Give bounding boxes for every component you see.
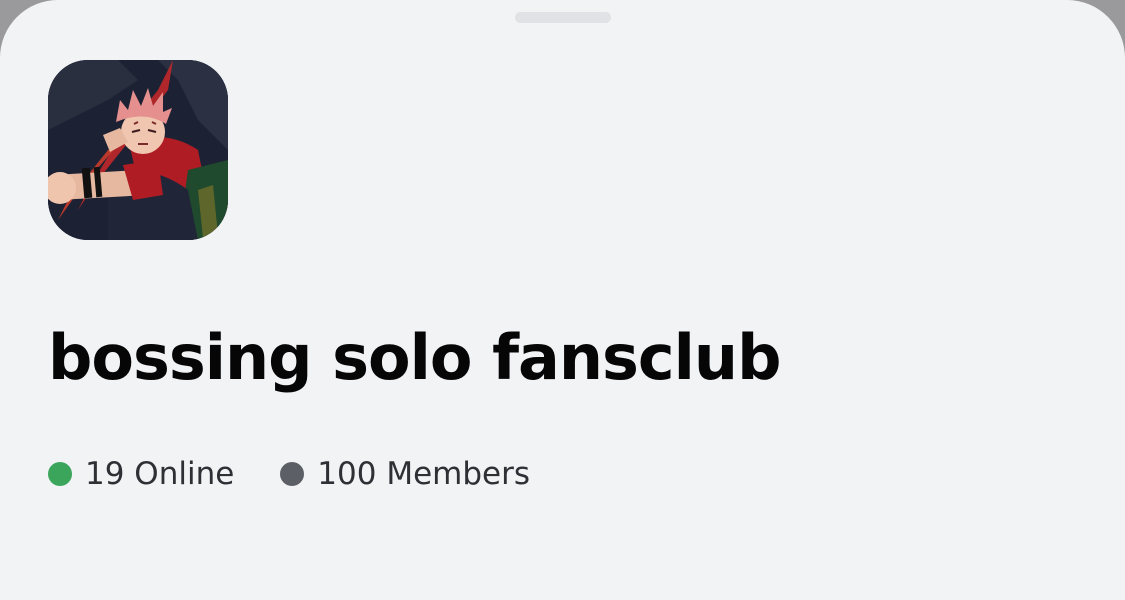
members-status-dot-icon xyxy=(280,462,305,486)
server-avatar-icon xyxy=(48,60,228,240)
online-status-dot-icon xyxy=(48,462,72,486)
online-count: 19 Online xyxy=(48,456,234,492)
sheet-drag-handle[interactable] xyxy=(515,12,611,23)
server-name: bossing solo fansclub xyxy=(48,321,781,394)
member-count: 100 Members xyxy=(280,456,530,492)
online-count-label: 19 Online xyxy=(85,456,235,492)
server-info-sheet: bossing solo fansclub 19 Online 100 Memb… xyxy=(0,0,1125,600)
member-count-label: 100 Members xyxy=(317,456,530,492)
server-stats: 19 Online 100 Members xyxy=(48,452,530,496)
